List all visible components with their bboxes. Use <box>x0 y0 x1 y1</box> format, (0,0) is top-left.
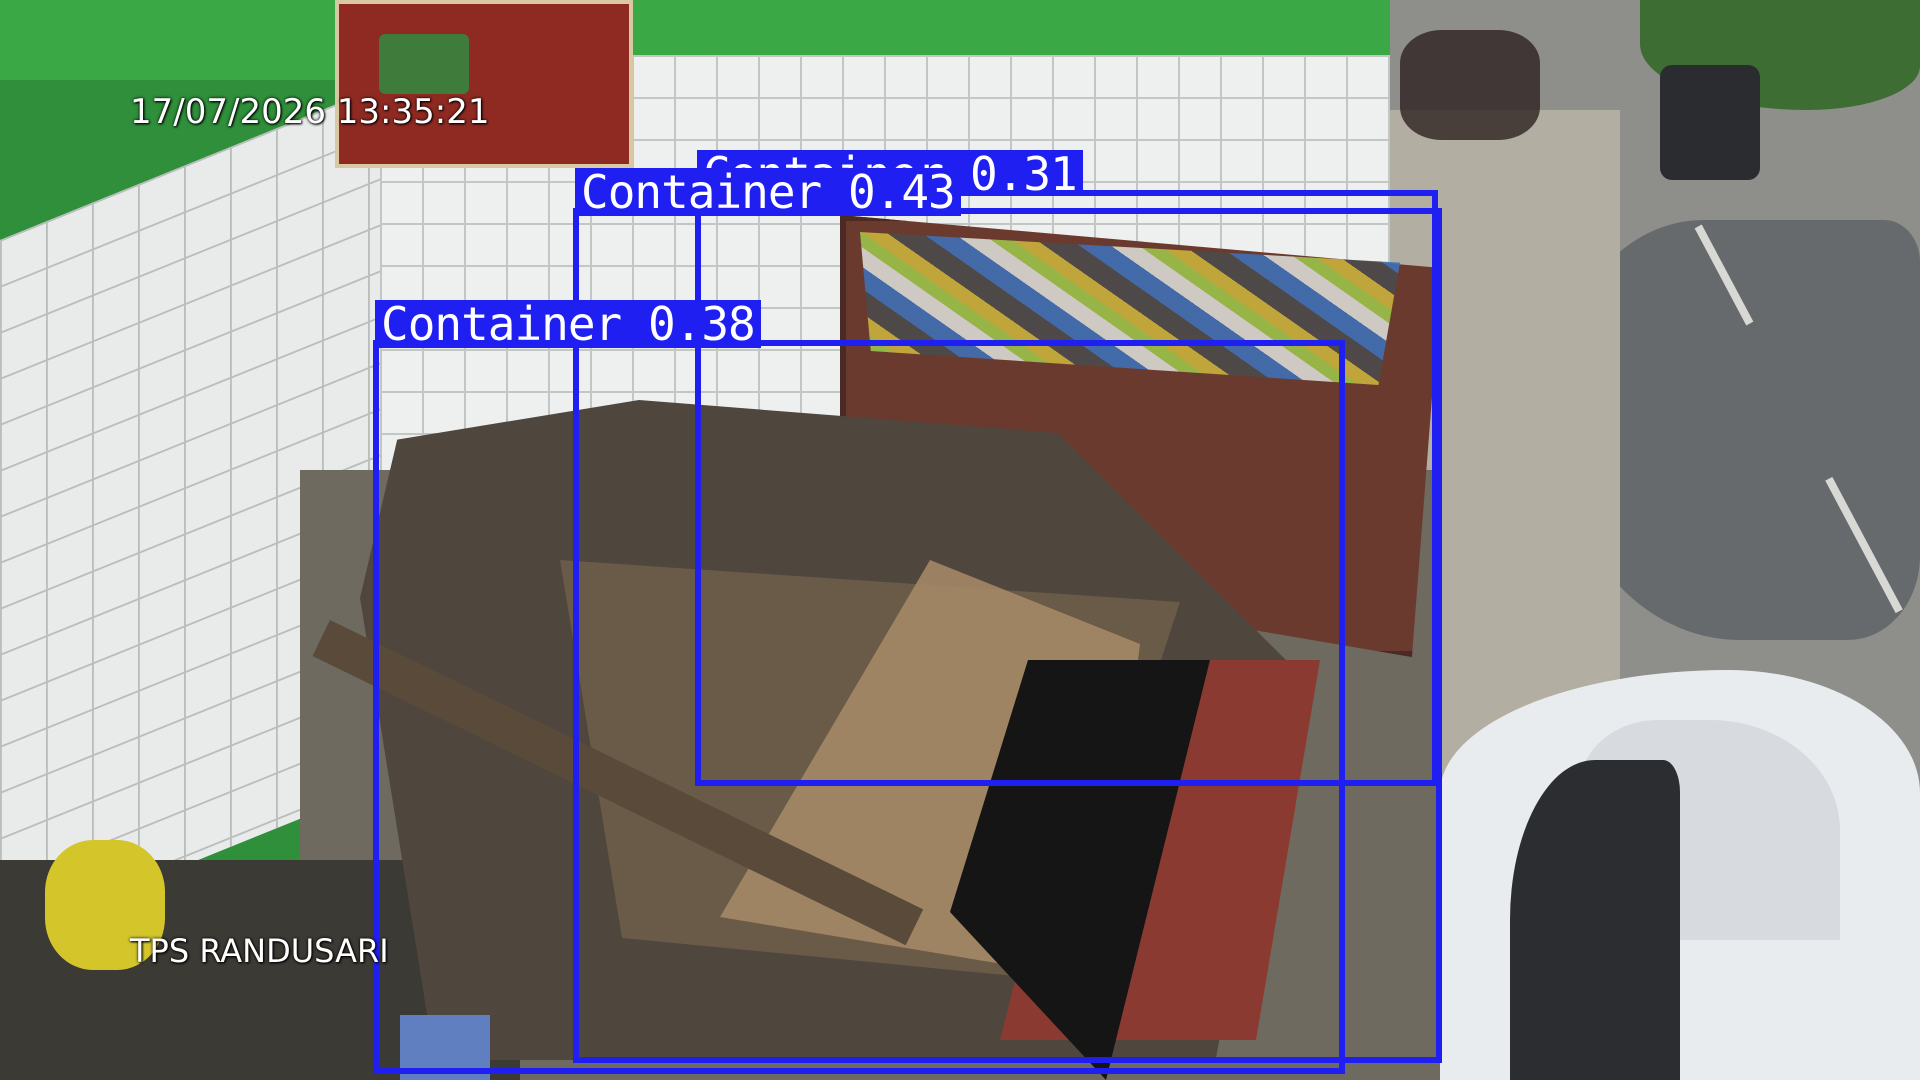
car-window <box>1510 760 1680 1080</box>
wall-banner <box>335 0 633 168</box>
detection-label: Container 0.43 <box>575 168 961 216</box>
cctv-frame: Container 0.31 Container 0.43 Container … <box>0 0 1920 1080</box>
location-overlay: TPS RANDUSARI <box>130 932 389 970</box>
detection-label: Container 0.38 <box>375 300 761 348</box>
parked-van <box>1660 65 1760 180</box>
banner-truck-graphic <box>379 34 469 94</box>
detection-box <box>373 340 1345 1074</box>
parked-motorbikes <box>1400 30 1540 140</box>
timestamp-overlay: 17/07/2026 13:35:21 <box>130 92 490 132</box>
